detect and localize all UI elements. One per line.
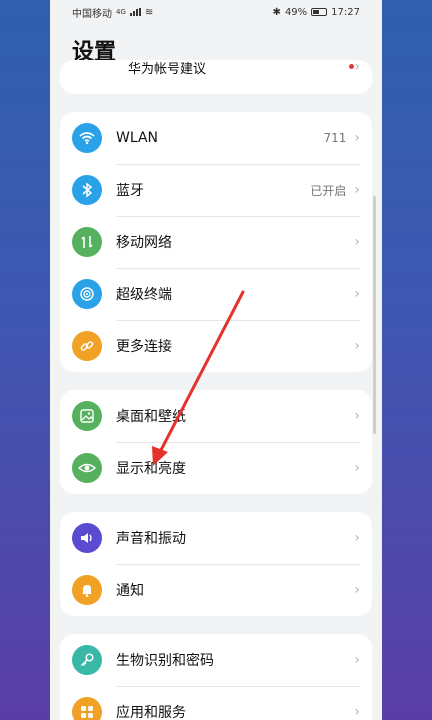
settings-row-bell[interactable]: 通知 › <box>60 564 372 616</box>
settings-row-label: 生物识别和密码 <box>116 653 214 669</box>
battery-percent: 49% <box>284 6 308 18</box>
chevron-right-icon: › <box>354 130 360 146</box>
settings-row-label: 显示和亮度 <box>116 461 186 477</box>
settings-row-label: 移动网络 <box>116 235 172 251</box>
sound-icon <box>72 523 102 553</box>
super-device-icon <box>72 279 102 309</box>
settings-row-apps[interactable]: 应用和服务 › <box>60 686 372 720</box>
network-type: 4G <box>116 8 126 16</box>
chevron-right-icon: › <box>354 182 360 198</box>
account-suggestion-card[interactable]: 华为帐号建议 › <box>60 60 372 94</box>
bell-icon <box>72 575 102 605</box>
settings-row-label: 桌面和壁纸 <box>116 409 186 425</box>
battery-icon <box>311 8 328 16</box>
link-icon <box>72 331 102 361</box>
settings-row-key[interactable]: 生物识别和密码 › <box>60 634 372 686</box>
status-left: 中国移动 4G ≋ <box>72 5 153 20</box>
settings-screen: 中国移动 4G ≋ ✱ 49% 17:27 设置 华为帐号建议 › WLAN 71… <box>50 0 382 720</box>
wifi-icon <box>72 123 102 153</box>
chevron-right-icon: › <box>354 652 360 668</box>
settings-row-wifi[interactable]: WLAN 711 › <box>60 112 372 164</box>
mobile-network-icon <box>72 227 102 257</box>
account-suggestion-label: 华为帐号建议 <box>128 61 207 77</box>
settings-group-3: 声音和振动 › 通知 › <box>60 512 372 616</box>
settings-row-wallpaper[interactable]: 桌面和壁纸 › <box>60 390 372 442</box>
settings-row-label: 蓝牙 <box>116 183 144 199</box>
account-suggestion-row[interactable]: 华为帐号建议 › <box>60 60 372 94</box>
settings-row-label: 通知 <box>116 583 144 599</box>
chevron-right-icon: › <box>354 234 360 250</box>
chevron-right-icon: › <box>354 530 360 546</box>
settings-row-value: 已开启 <box>310 183 347 198</box>
settings-row-bluetooth[interactable]: 蓝牙 已开启 › <box>60 164 372 216</box>
chevron-right-icon: › <box>354 60 360 75</box>
status-right: ✱ 49% 17:27 <box>273 7 360 18</box>
settings-group-2: 桌面和壁纸 › 显示和亮度 › <box>60 390 372 494</box>
chevron-right-icon: › <box>354 582 360 598</box>
eye-icon <box>72 453 102 483</box>
chevron-right-icon: › <box>354 704 360 720</box>
clock: 17:27 <box>331 6 360 18</box>
chevron-right-icon: › <box>354 338 360 354</box>
settings-group-1: WLAN 711 › 蓝牙 已开启 › 移动网络 › 超级终端 › 更多连接 › <box>60 112 372 372</box>
settings-row-label: 更多连接 <box>116 339 172 355</box>
bluetooth-status-icon: ✱ <box>272 6 281 18</box>
settings-row-sound[interactable]: 声音和振动 › <box>60 512 372 564</box>
settings-row-label: WLAN <box>116 130 159 146</box>
chevron-right-icon: › <box>354 286 360 302</box>
settings-row-label: 声音和振动 <box>116 531 186 547</box>
scrollbar[interactable] <box>373 196 376 434</box>
settings-row-link[interactable]: 更多连接 › <box>60 320 372 372</box>
chevron-right-icon: › <box>354 408 360 424</box>
wallpaper-icon <box>72 401 102 431</box>
wifi-status-icon: ≋ <box>144 6 154 18</box>
carrier-label: 中国移动 <box>72 8 112 20</box>
settings-group-4: 生物识别和密码 › 应用和服务 › <box>60 634 372 720</box>
settings-row-label: 应用和服务 <box>116 705 186 720</box>
status-bar: 中国移动 4G ≋ ✱ 49% 17:27 <box>50 0 382 24</box>
settings-row-eye[interactable]: 显示和亮度 › <box>60 442 372 494</box>
chevron-right-icon: › <box>354 460 360 476</box>
bluetooth-icon <box>72 175 102 205</box>
apps-icon <box>72 697 102 720</box>
settings-row-label: 超级终端 <box>116 287 172 303</box>
key-icon <box>72 645 102 675</box>
settings-row-mobile-network[interactable]: 移动网络 › <box>60 216 372 268</box>
settings-row-super-device[interactable]: 超级终端 › <box>60 268 372 320</box>
signal-icon <box>129 8 141 16</box>
settings-row-value: 711 <box>323 131 347 145</box>
